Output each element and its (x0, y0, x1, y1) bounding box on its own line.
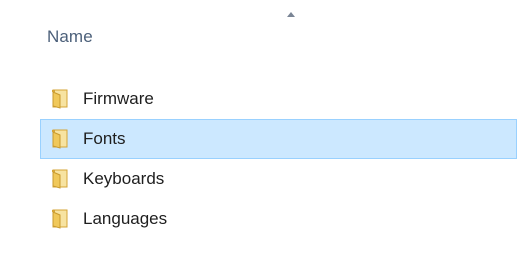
column-header-label: Name (47, 27, 93, 46)
name-column-header[interactable]: Name (40, 0, 517, 60)
sort-ascending-icon (287, 12, 295, 17)
file-explorer-pane: Name Firmware Fonts Keyboards Languages (0, 0, 517, 267)
file-name: Keyboards (83, 169, 165, 188)
file-row-firmware[interactable]: Firmware (40, 79, 517, 119)
file-list: Firmware Fonts Keyboards Languages (40, 79, 517, 239)
folder-icon (52, 169, 68, 189)
file-name: Firmware (83, 89, 154, 108)
file-name: Languages (83, 209, 168, 228)
folder-icon (52, 129, 68, 149)
folder-icon (52, 89, 68, 109)
file-row-languages[interactable]: Languages (40, 199, 517, 239)
file-row-fonts[interactable]: Fonts (40, 119, 517, 159)
folder-icon (52, 209, 68, 229)
file-row-keyboards[interactable]: Keyboards (40, 159, 517, 199)
file-name: Fonts (83, 129, 126, 148)
